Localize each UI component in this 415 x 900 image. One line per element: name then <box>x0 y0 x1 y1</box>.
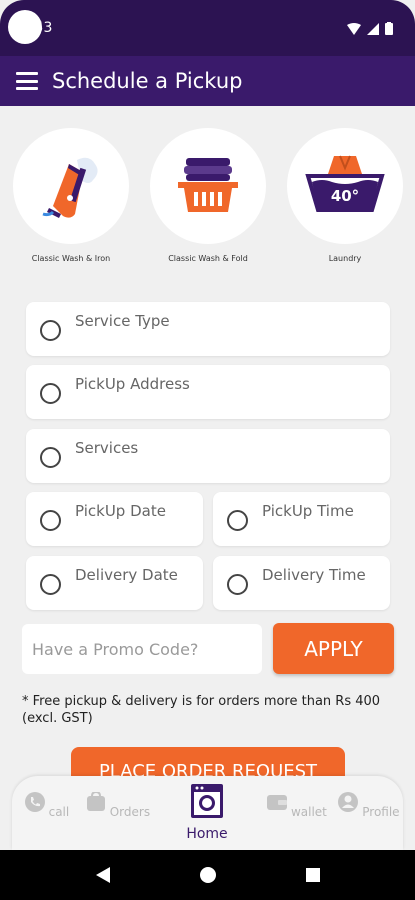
radio-button[interactable] <box>40 574 61 595</box>
app-bar: Schedule a Pickup <box>0 56 415 106</box>
status-time: 10:53 <box>12 20 53 36</box>
service-wash-iron[interactable]: Classic Wash & Iron <box>11 128 131 263</box>
wash-temperature: 40° <box>331 187 359 205</box>
service-label: Classic Wash & Fold <box>168 254 248 263</box>
bottom-navigation: call Orders Home wallet Profile <box>12 776 403 850</box>
system-navigation-bar <box>0 850 415 900</box>
radio-button[interactable] <box>227 510 248 531</box>
service-type-field[interactable]: Service Type <box>26 302 390 356</box>
menu-icon[interactable] <box>16 72 38 90</box>
pickup-date-field[interactable]: PickUp Date <box>26 492 203 546</box>
nav-orders[interactable]: Orders <box>83 790 153 819</box>
signal-icon <box>367 22 379 35</box>
field-label: PickUp Time <box>262 502 354 520</box>
wash-40-icon: 40° <box>287 128 403 244</box>
status-bar: 10:53 <box>0 0 415 56</box>
nav-label: wallet <box>290 805 327 819</box>
nav-call[interactable]: call <box>12 792 82 819</box>
recents-icon[interactable] <box>305 868 320 882</box>
service-laundry[interactable]: 40° Laundry <box>285 128 405 263</box>
profile-icon <box>338 792 359 812</box>
page-title: Schedule a Pickup <box>52 69 243 93</box>
radio-button[interactable] <box>40 447 61 468</box>
field-label: PickUp Address <box>75 375 190 393</box>
field-label: Delivery Time <box>262 566 366 584</box>
field-label: Services <box>75 439 139 457</box>
phone-icon <box>24 792 45 812</box>
pickup-time-field[interactable]: PickUp Time <box>213 492 390 546</box>
delivery-date-field[interactable]: Delivery Date <box>26 556 203 610</box>
wifi-icon <box>347 22 361 35</box>
radio-button[interactable] <box>40 320 61 341</box>
nav-label: Profile <box>362 805 400 819</box>
nav-label: Home <box>186 826 228 842</box>
field-label: Service Type <box>75 312 170 330</box>
back-icon[interactable] <box>95 867 110 883</box>
service-label: Laundry <box>328 254 362 263</box>
free-delivery-note: * Free pickup & delivery is for orders m… <box>22 694 381 726</box>
apply-button[interactable]: APPLY <box>273 623 394 674</box>
service-label: Classic Wash & Iron <box>31 254 111 263</box>
services-field[interactable]: Services <box>26 429 390 483</box>
field-label: PickUp Date <box>75 502 166 520</box>
radio-button[interactable] <box>40 510 61 531</box>
laundry-basket-icon <box>150 128 266 244</box>
nav-wallet[interactable]: wallet <box>262 792 332 819</box>
bag-icon <box>86 790 105 811</box>
field-label: Delivery Date <box>75 566 178 584</box>
iron-icon <box>13 128 129 244</box>
radio-button[interactable] <box>227 574 248 595</box>
promo-code-input[interactable] <box>22 624 262 674</box>
radio-button[interactable] <box>40 383 61 404</box>
nav-label: call <box>48 805 70 819</box>
nav-home[interactable]: Home <box>172 784 242 842</box>
battery-icon <box>385 22 393 35</box>
nav-label: Orders <box>109 805 151 819</box>
service-wash-fold[interactable]: Classic Wash & Fold <box>148 128 268 263</box>
delivery-time-field[interactable]: Delivery Time <box>213 556 390 610</box>
nav-profile[interactable]: Profile <box>334 792 404 819</box>
home-icon[interactable] <box>199 867 216 883</box>
pickup-address-field[interactable]: PickUp Address <box>26 365 390 419</box>
wallet-icon <box>267 795 288 810</box>
washing-machine-icon <box>191 784 223 818</box>
status-icons <box>347 22 393 35</box>
